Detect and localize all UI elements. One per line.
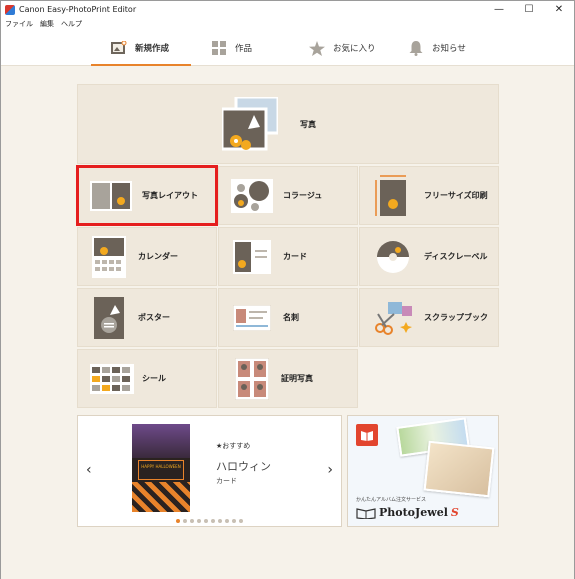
pagination-dot[interactable] [204, 519, 208, 523]
nav-tabs: 新規作成 作品 お気に入り お知らせ [1, 30, 574, 66]
photo-layout-icon [90, 180, 132, 211]
tile-poster[interactable]: ポスター [77, 288, 217, 347]
album-photo-2 [423, 440, 495, 498]
business-card-icon [232, 304, 272, 331]
title-bar: Canon Easy-PhotoPrint Editor — ☐ ✕ [1, 1, 574, 18]
tab-notifications[interactable]: お知らせ [408, 30, 466, 66]
bell-icon [408, 40, 424, 56]
window-title: Canon Easy-PhotoPrint Editor [19, 5, 137, 14]
banner-subtitle: カード [216, 477, 237, 485]
calendar-icon [92, 235, 126, 278]
pagination-dot[interactable] [183, 519, 187, 523]
banner-prev-button[interactable]: ‹ [86, 462, 92, 478]
scrapbook-icon [374, 300, 414, 336]
tile-collage-label: コラージュ [283, 191, 323, 200]
tile-business-card-label: 名刺 [283, 313, 299, 322]
collage-icon [231, 178, 273, 213]
menu-help[interactable]: ヘルプ [61, 19, 82, 29]
tile-scrapbook-label: スクラップブック [424, 313, 488, 322]
tile-id-photo[interactable]: 証明写真 [218, 349, 358, 408]
pagination-dot[interactable] [190, 519, 194, 523]
app-logo-icon [5, 4, 15, 15]
halloween-card-image: HAPPY HALLOWEEN [132, 424, 190, 512]
tile-calendar[interactable]: カレンダー [77, 227, 217, 286]
recommend-banner[interactable]: ‹ HAPPY HALLOWEEN ★おすすめ ハロウィン カード › [77, 415, 342, 527]
pagination-dot[interactable] [211, 519, 215, 523]
minimize-button[interactable]: — [484, 1, 514, 18]
tab-notifications-label: お知らせ [432, 44, 466, 54]
menu-bar: ファイル 編集 ヘルプ [1, 18, 574, 30]
tile-card[interactable]: カード [218, 227, 358, 286]
brand-name: PhotoJewel [379, 506, 448, 519]
tile-sticker[interactable]: シール [77, 349, 217, 408]
banner-pagination [176, 519, 246, 523]
main-content: 写真 写真レイアウト コラージュ フリーサイズ印刷 カレンダー カード ディスク… [1, 67, 574, 579]
book-icon [356, 424, 378, 446]
tile-photo[interactable]: 写真 [77, 84, 499, 164]
tile-disc-label-text: ディスクレーベル [424, 252, 488, 261]
tab-new-create[interactable]: 新規作成 [90, 30, 192, 66]
tile-free-size[interactable]: フリーサイズ印刷 [359, 166, 499, 225]
tile-id-photo-label: 証明写真 [281, 374, 313, 383]
pagination-dot[interactable] [176, 519, 180, 523]
app-window: Canon Easy-PhotoPrint Editor — ☐ ✕ ファイル … [0, 0, 575, 579]
card-text: HAPPY HALLOWEEN [138, 460, 184, 480]
tab-new-create-label: 新規作成 [135, 44, 170, 54]
star-icon [309, 40, 325, 56]
tab-works[interactable]: 作品 [211, 30, 252, 66]
tile-collage[interactable]: コラージュ [218, 166, 358, 225]
new-create-icon [111, 40, 127, 56]
tile-free-size-label: フリーサイズ印刷 [424, 191, 488, 200]
banner-next-button[interactable]: › [327, 462, 333, 478]
close-button[interactable]: ✕ [544, 1, 574, 18]
maximize-button[interactable]: ☐ [514, 1, 544, 18]
photo-icon [220, 95, 280, 151]
tile-photo-layout-label: 写真レイアウト [142, 191, 198, 200]
tile-business-card[interactable]: 名刺 [218, 288, 358, 347]
brand-suffix: S [450, 506, 459, 519]
tab-favorites-label: お気に入り [333, 44, 376, 54]
pagination-dot[interactable] [218, 519, 222, 523]
banner-recommend-label: ★おすすめ [216, 442, 251, 450]
photojewel-logo: PhotoJewel S [356, 506, 459, 519]
card-icon [233, 239, 271, 274]
menu-edit[interactable]: 編集 [40, 19, 54, 29]
tile-poster-label: ポスター [138, 313, 170, 322]
photojewel-banner[interactable]: かんたんアルバム注文サービス PhotoJewel S [347, 415, 499, 527]
pagination-dot[interactable] [239, 519, 243, 523]
tile-photo-layout[interactable]: 写真レイアウト [76, 165, 218, 226]
menu-file[interactable]: ファイル [5, 19, 33, 29]
pagination-dot[interactable] [225, 519, 229, 523]
pagination-dot[interactable] [197, 519, 201, 523]
tile-disc-label[interactable]: ディスクレーベル [359, 227, 499, 286]
tab-favorites[interactable]: お気に入り [309, 30, 376, 66]
grid-icon [211, 40, 227, 56]
pagination-dot[interactable] [232, 519, 236, 523]
poster-icon [94, 296, 124, 339]
tile-calendar-label: カレンダー [138, 252, 178, 261]
tile-sticker-label: シール [142, 374, 166, 383]
disc-icon [376, 240, 410, 274]
tile-scrapbook[interactable]: スクラップブック [359, 288, 499, 347]
open-book-icon [356, 507, 376, 519]
id-photo-icon [234, 357, 270, 400]
banner-title: ハロウィン [216, 460, 271, 473]
tile-card-label: カード [283, 252, 307, 261]
tab-works-label: 作品 [235, 44, 253, 54]
banner-tagline: かんたんアルバム注文サービス [356, 497, 426, 503]
sticker-icon [90, 363, 134, 394]
tile-photo-label: 写真 [300, 119, 316, 129]
free-size-icon [374, 174, 408, 218]
